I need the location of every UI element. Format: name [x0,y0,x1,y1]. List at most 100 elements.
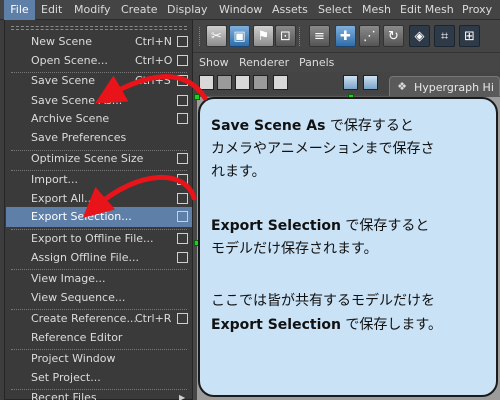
select-by-object-icon[interactable]: ⚑ [253,25,274,47]
menu-item-shortcut: Ctrl+R [135,312,172,325]
menu-item-label: Save Scene [31,74,96,87]
option-box-icon[interactable] [177,174,188,185]
menu-item-label: Recent Files [31,391,97,400]
menu-item-label: Open Scene... [31,54,108,67]
menu-item-view-image[interactable]: View Image... [6,269,192,289]
menu-item-import[interactable]: Import... [6,170,192,190]
menu-item-set-project[interactable]: Set Project... [6,368,192,388]
menu-item-save-scene-as[interactable]: Save Scene As... [6,91,192,111]
option-box-icon[interactable] [177,113,188,124]
menu-window[interactable]: Window [219,0,262,20]
menu-item-label: Project Window [31,352,116,365]
toolbar-divider [199,27,201,46]
cube-icon[interactable] [253,75,268,90]
menu-file[interactable]: File [4,0,35,20]
menu-item-shortcut: Ctrl+O [135,54,173,67]
main-menu-bar: File Edit Modify Create Display Window A… [0,0,500,20]
cube-icon[interactable] [363,75,378,90]
menu-tearoff-handle[interactable] [11,26,187,30]
hypergraph-icon: ❖ [397,80,407,93]
lasso-icon[interactable]: ≡ [309,25,330,47]
status-toolbar: ✂ ▣ ⚑ ⊡ ≡ ✚ ⋰ ↻ ◈ ⌗ ⊞ [193,20,500,53]
menu-item-shortcut: Ctrl+S [135,74,171,87]
menu-item-new-scene[interactable]: New Scene Ctrl+N [6,32,192,52]
move-tool-icon[interactable]: ✚ [335,25,356,47]
menu-item-label: Create Reference... [31,312,137,325]
panel-menu-show[interactable]: Show [199,54,229,72]
curve-tool-icon[interactable]: ⋰ [359,25,380,47]
option-box-icon[interactable] [177,95,188,106]
select-by-hierarchy-icon[interactable]: ▣ [229,25,250,47]
menu-item-label: Export All... [31,192,95,205]
menu-item-optimize-scene-size[interactable]: Optimize Scene Size [6,149,192,169]
callout-keyword-save-scene-as: Save Scene As [211,118,326,134]
menu-display[interactable]: Display [167,0,208,20]
snap-grid-icon[interactable]: ◈ [409,25,430,47]
callout-line-5: モデルだけ保存されます。 [211,241,378,257]
callout-line-6: ここでは皆が共有するモデルだけを [211,293,435,309]
menu-item-label: New Scene [31,35,93,48]
option-box-icon[interactable] [177,55,188,66]
sphere-icon[interactable] [217,75,232,90]
selection-handle[interactable] [194,94,200,100]
menu-mesh[interactable]: Mesh [362,0,391,20]
menu-item-export-all[interactable]: Export All... [6,189,192,209]
menu-item-label: Export to Offline File... [31,232,154,245]
callout-text: で保存すると [325,118,414,134]
option-box-icon[interactable] [177,153,188,164]
menu-select[interactable]: Select [318,0,352,20]
callout-keyword-export-selection: Export Selection [211,317,341,333]
menu-item-archive-scene[interactable]: Archive Scene [6,109,192,129]
menu-proxy[interactable]: Proxy [462,0,492,20]
menu-item-label: Save Preferences [31,131,127,144]
menu-edit-mesh[interactable]: Edit Mesh [400,0,454,20]
menu-item-assign-offline-file[interactable]: Assign Offline File... [6,248,192,268]
snap-point-icon[interactable]: ⊞ [459,25,480,47]
menu-item-label: View Sequence... [31,291,126,304]
menu-item-reference-editor[interactable]: Reference Editor [6,328,192,348]
menu-assets[interactable]: Assets [272,0,308,20]
cube-icon[interactable] [343,75,358,90]
camera-icon[interactable] [199,75,214,90]
menu-item-label: Export Selection... [31,210,132,223]
rotate-icon[interactable]: ↻ [383,25,404,47]
menu-item-view-sequence[interactable]: View Sequence... [6,288,192,308]
option-box-icon[interactable] [177,233,188,244]
menu-item-project-window[interactable]: Project Window [6,349,192,369]
option-box-icon[interactable] [177,313,188,324]
panel-menu-bar: Show Renderer Panels [193,54,500,72]
menu-item-open-scene[interactable]: Open Scene... Ctrl+O [6,51,192,71]
panel-menu-renderer[interactable]: Renderer [239,54,289,72]
option-box-icon[interactable] [177,252,188,263]
menu-item-label: Set Project... [31,371,101,384]
submenu-arrow-icon: ▶ [179,393,186,400]
menu-item-label: Assign Offline File... [31,251,139,264]
menu-create[interactable]: Create [121,0,158,20]
option-box-icon[interactable] [177,36,188,47]
select-by-component-icon[interactable]: ⊡ [275,25,296,47]
callout-line-2: カメラやアニメーションまで保存さ [211,141,435,157]
scissor-tool-icon[interactable]: ✂ [206,25,227,47]
menu-item-save-preferences[interactable]: Save Preferences [6,128,192,148]
option-box-icon[interactable] [177,211,188,222]
snap-curve-icon[interactable]: ⌗ [434,25,455,47]
option-box-icon[interactable] [177,193,188,204]
menu-item-export-selection[interactable]: Export Selection... [6,207,192,227]
panel-menu-panels[interactable]: Panels [299,54,334,72]
callout-line-4: Export Selection で保存すると [211,215,429,237]
grid-icon[interactable] [235,75,250,90]
menu-item-label: Reference Editor [31,331,123,344]
menu-item-save-scene[interactable]: Save Scene Ctrl+S [6,71,192,91]
hypergraph-tab[interactable]: ❖ Hypergraph Hi [389,76,500,97]
hypergraph-tab-label: Hypergraph Hi [414,81,494,94]
callout-line-1: Save Scene As で保存すると [211,115,414,137]
menu-item-create-reference[interactable]: Create Reference... Ctrl+R [6,309,192,329]
callout-keyword-export-selection: Export Selection [211,218,341,234]
select-camera-icon[interactable] [273,75,288,90]
menu-item-export-to-offline-file[interactable]: Export to Offline File... [6,229,192,249]
menu-item-recent-files[interactable]: Recent Files ▶ [6,388,192,400]
menu-modify[interactable]: Modify [74,0,110,20]
menu-edit[interactable]: Edit [41,0,62,20]
option-box-icon[interactable] [177,75,188,86]
menu-item-shortcut: Ctrl+N [135,35,173,48]
